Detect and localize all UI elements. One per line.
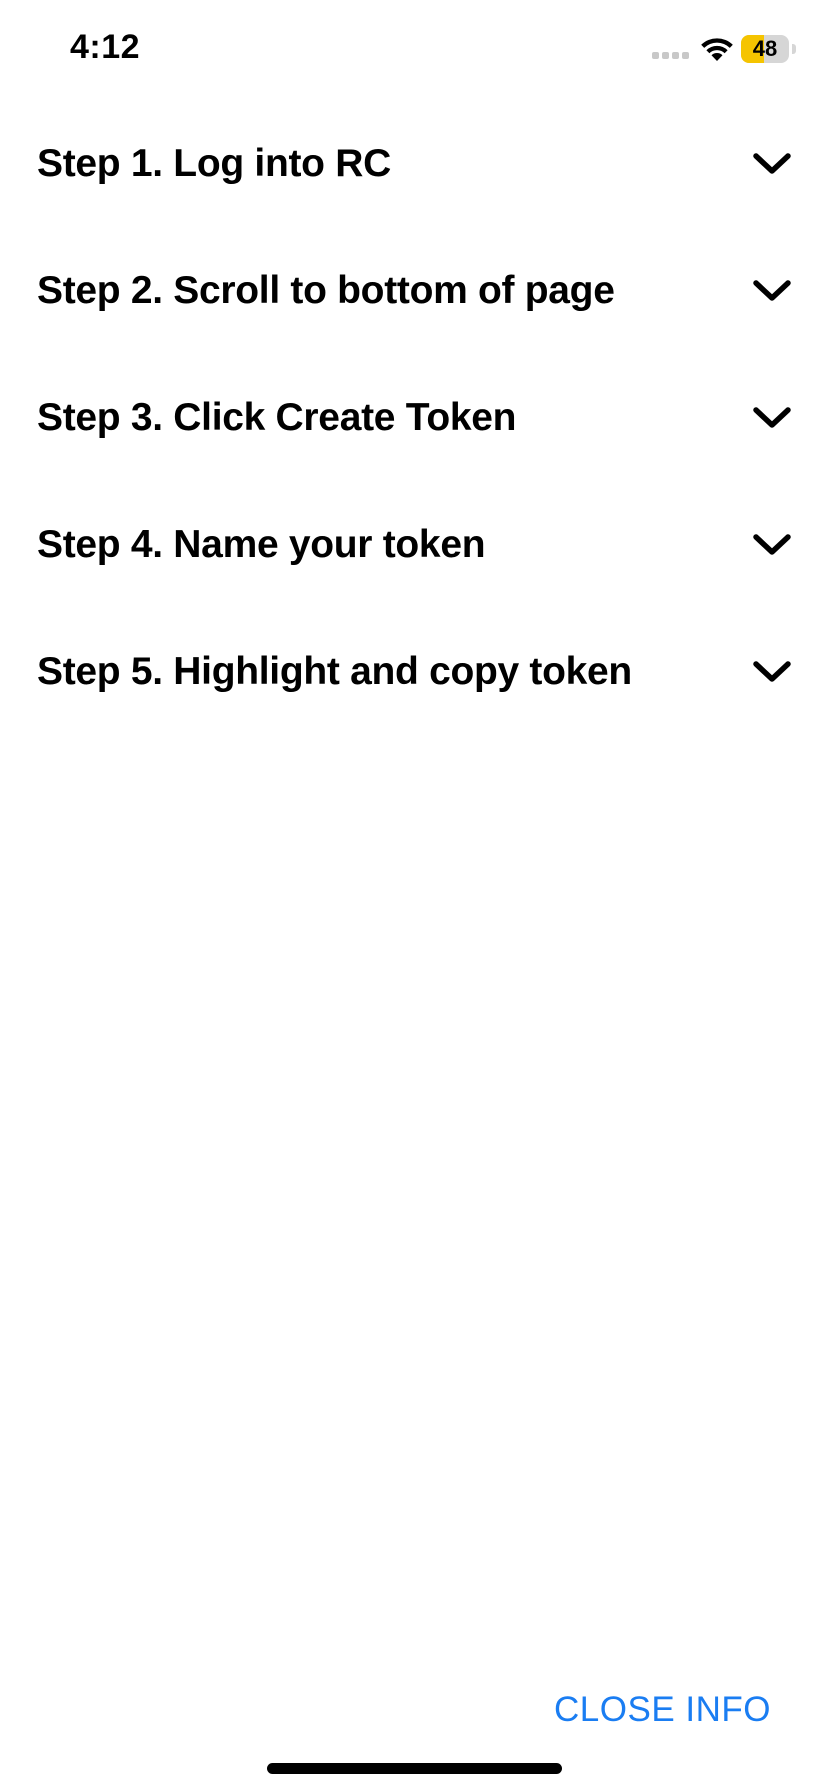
step-1-row[interactable]: Step 1. Log into RC bbox=[0, 100, 828, 227]
step-5-title: Step 5. Highlight and copy token bbox=[37, 649, 632, 693]
steps-list: Step 1. Log into RC Step 2. Scroll to bo… bbox=[0, 100, 828, 735]
step-3-row[interactable]: Step 3. Click Create Token bbox=[0, 354, 828, 481]
step-5-row[interactable]: Step 5. Highlight and copy token bbox=[0, 608, 828, 735]
chevron-down-icon[interactable] bbox=[752, 532, 792, 558]
battery-icon: 48 bbox=[741, 35, 797, 63]
step-4-title: Step 4. Name your token bbox=[37, 522, 486, 566]
chevron-down-icon[interactable] bbox=[752, 278, 792, 304]
chevron-down-icon[interactable] bbox=[752, 659, 792, 685]
step-1-title: Step 1. Log into RC bbox=[37, 141, 391, 185]
step-2-row[interactable]: Step 2. Scroll to bottom of page bbox=[0, 227, 828, 354]
step-3-title: Step 3. Click Create Token bbox=[37, 395, 517, 439]
wifi-icon bbox=[701, 38, 733, 61]
close-info-button[interactable]: CLOSE INFO bbox=[554, 1690, 771, 1730]
step-4-row[interactable]: Step 4. Name your token bbox=[0, 481, 828, 608]
chevron-down-icon[interactable] bbox=[752, 151, 792, 177]
status-time: 4:12 bbox=[70, 28, 141, 66]
step-2-title: Step 2. Scroll to bottom of page bbox=[37, 268, 615, 312]
battery-level: 48 bbox=[752, 36, 778, 61]
cellular-signal-icon bbox=[652, 52, 690, 60]
home-indicator[interactable] bbox=[267, 1763, 562, 1774]
status-bar: 4:12 48 bbox=[0, 0, 828, 100]
chevron-down-icon[interactable] bbox=[752, 405, 792, 431]
